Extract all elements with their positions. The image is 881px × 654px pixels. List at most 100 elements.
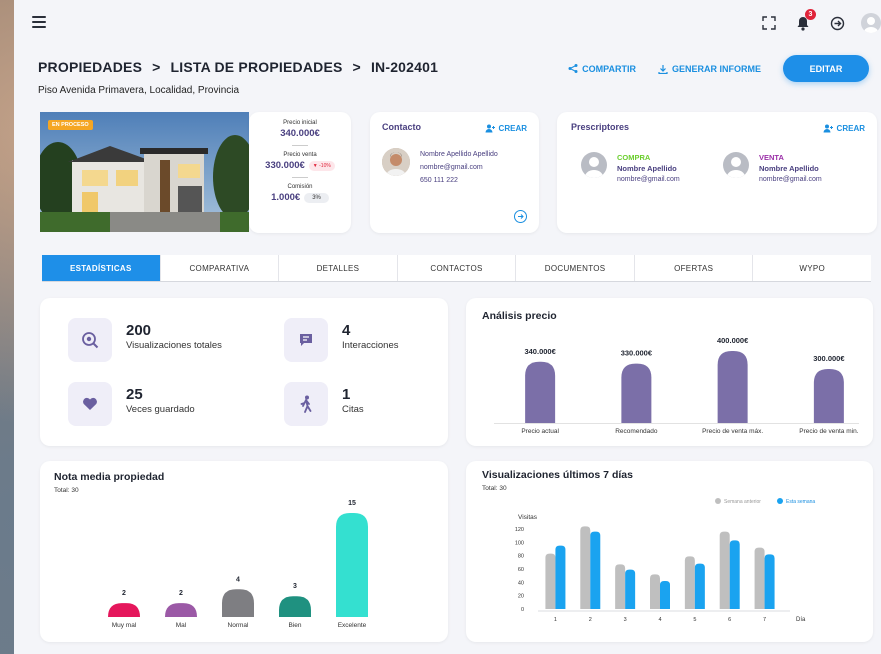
rating-chart: 2 Muy mal 2 Mal 4 Normal 3 Bien 15 Excelente: [108, 500, 368, 629]
stat-views: 200 Visualizaciones totales: [68, 318, 222, 362]
add-user-icon: [823, 124, 833, 133]
tab-offers[interactable]: OFERTAS: [635, 255, 754, 281]
bell-icon[interactable]: 3: [793, 9, 816, 33]
commission-row: 1.000€ 3%: [249, 192, 351, 203]
contact-info: Nombre Apellido Apellido nombre@gmail.co…: [420, 148, 498, 187]
price-card: Precio inicial 340.000€ Precio venta 330…: [249, 112, 351, 233]
avatar: [581, 152, 607, 178]
tab-documents[interactable]: DOCUMENTOS: [516, 255, 635, 281]
sale-price-label: Precio venta: [283, 152, 317, 158]
rating-bar: [108, 603, 140, 617]
breadcrumb-separator: >: [352, 59, 361, 75]
tab-details[interactable]: DETALLES: [279, 255, 398, 281]
price-analysis-chart: 340.000€ Precio actual 330.000€ Recomendado…: [494, 336, 859, 435]
price-bar: [525, 361, 556, 423]
generate-report-button[interactable]: GENERAR INFORME: [658, 64, 761, 74]
rating-category-label: Bien: [288, 622, 301, 629]
avatar: [723, 152, 749, 178]
contact-phone[interactable]: 650 111 222: [420, 174, 498, 187]
rating-data-label: 15: [348, 500, 356, 507]
prescriptor-name: Nombre Apellido: [617, 164, 677, 173]
weekly-views-card: Visualizaciones últimos 7 días Total: 30…: [466, 461, 873, 642]
heart-icon: [68, 382, 112, 426]
y-tick-label: 60: [518, 567, 524, 573]
divider: [292, 145, 308, 146]
prescriptor-email[interactable]: nombre@gmail.com: [759, 176, 822, 183]
prescriptor-email[interactable]: nombre@gmail.com: [617, 176, 680, 183]
breadcrumb-property-id: IN-202401: [370, 59, 439, 75]
create-contact-button[interactable]: CREAR: [485, 124, 527, 133]
share-label: COMPARTIR: [582, 63, 636, 74]
visits-bar: [650, 574, 660, 609]
create-contact-label: CREAR: [498, 124, 527, 133]
y-tick-label: 120: [515, 527, 524, 533]
prescriptor-role: COMPRA: [617, 153, 651, 162]
price-category-label: Recomendado: [615, 428, 658, 435]
walking-icon: [284, 382, 328, 426]
visits-bar: [754, 547, 765, 609]
stat-label: Visualizaciones totales: [126, 340, 222, 351]
prescriptor-name: Nombre Apellido: [759, 164, 819, 173]
contact-email[interactable]: nombre@gmail.com: [420, 161, 498, 174]
fullscreen-icon[interactable]: [759, 13, 779, 33]
price-bar: [813, 369, 844, 423]
x-tick-label: 3: [624, 617, 627, 623]
breadcrumb-property-list[interactable]: LISTA DE PROPIEDADES: [171, 59, 343, 75]
visits-bar: [625, 569, 636, 609]
logout-icon[interactable]: [827, 13, 847, 33]
price-data-label: 300.000€: [813, 354, 845, 363]
legend-label: Semana anterior: [724, 499, 761, 505]
header-actions: COMPARTIR GENERAR INFORME EDITAR: [568, 55, 869, 82]
tab-contacts[interactable]: CONTACTOS: [398, 255, 517, 281]
download-icon: [658, 64, 668, 74]
prescriptors-title: Prescriptores: [571, 122, 630, 132]
chart-title: Análisis precio: [482, 310, 557, 322]
y-tick-label: 80: [518, 554, 524, 560]
stat-label: Interacciones: [342, 340, 399, 351]
prescriptor-info: COMPRA Nombre Apellido nombre@gmail.com: [617, 152, 680, 185]
tab-wypo[interactable]: WYPO: [753, 255, 871, 281]
price-bar: [621, 363, 652, 423]
share-icon: [568, 64, 578, 73]
rating-category-label: Muy mal: [112, 622, 137, 629]
price-change-badge: ▼ -10%: [308, 160, 335, 171]
tab-statistics[interactable]: ESTADÍSTICAS: [42, 255, 161, 281]
arrow-right-icon[interactable]: [514, 210, 527, 223]
y-axis-label: Visitas: [518, 514, 538, 521]
y-tick-label: 0: [521, 607, 524, 613]
rating-data-label: 2: [179, 590, 183, 597]
visits-bar: [580, 526, 591, 609]
contact-avatar: [382, 148, 410, 176]
chart-title: Nota media propiedad: [54, 471, 165, 483]
stat-label: Citas: [342, 404, 364, 415]
rating-category-label: Normal: [228, 622, 250, 629]
x-tick-label: 2: [589, 617, 592, 623]
initial-price-label: Precio inicial: [283, 120, 317, 126]
rating-category-label: Mal: [176, 622, 187, 629]
rating-data-label: 2: [122, 590, 126, 597]
visits-bar: [555, 545, 566, 609]
visits-bar: [590, 531, 601, 609]
chart-title: Visualizaciones últimos 7 días: [482, 469, 633, 481]
breadcrumb-properties[interactable]: PROPIEDADES: [38, 59, 142, 75]
rating-bar: [222, 589, 254, 617]
price-data-label: 330.000€: [621, 349, 653, 358]
share-button[interactable]: COMPARTIR: [568, 64, 636, 74]
commission-percent-badge: 3%: [304, 192, 329, 203]
user-avatar[interactable]: [861, 13, 881, 33]
tab-comparison[interactable]: COMPARATIVA: [161, 255, 280, 281]
visits-bar: [729, 540, 740, 609]
sale-price-value: 330.000€: [265, 160, 305, 171]
prescriptor-info: VENTA Nombre Apellido nombre@gmail.com: [759, 152, 822, 185]
stats-card: 200 Visualizaciones totales 4 Interaccio…: [40, 298, 448, 446]
chart-total: Total: 30: [54, 487, 79, 494]
hamburger-menu-icon[interactable]: [32, 16, 46, 28]
legend-dot: [715, 498, 721, 504]
status-badge: EN PROCESO: [48, 120, 93, 130]
edit-button[interactable]: EDITAR: [783, 55, 869, 82]
y-tick-label: 40: [518, 580, 524, 586]
x-axis-label: Día: [796, 617, 806, 623]
visits-bar: [694, 563, 705, 609]
contact-card: Contacto CREAR Nombre Apellido Apellido …: [370, 112, 539, 233]
create-prescriptor-button[interactable]: CREAR: [823, 124, 865, 133]
